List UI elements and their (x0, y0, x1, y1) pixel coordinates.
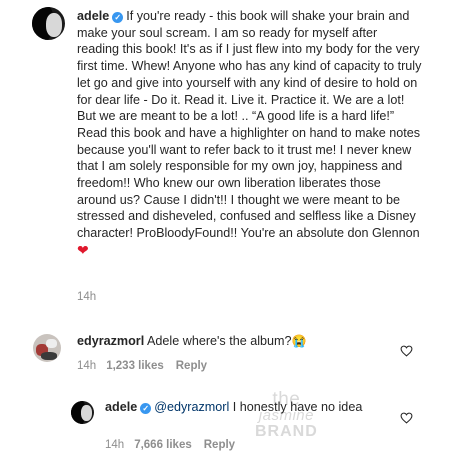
post-meta: 14h (77, 291, 96, 303)
comment-1-reply-button[interactable]: Reply (176, 360, 207, 372)
comment-1-username[interactable]: edyrazmorl (77, 334, 144, 348)
post-caption: adele ✓ If you're ready - this book will s… (77, 8, 422, 260)
crying-face-emoji: 😭 (291, 334, 307, 348)
comment-1-text: Adele where's the album? (147, 334, 292, 348)
comment-1-likes[interactable]: 1,233 likes (106, 360, 164, 372)
post-timestamp[interactable]: 14h (77, 291, 96, 303)
comment-1-time[interactable]: 14h (77, 360, 96, 372)
comment-2: adele ✓ @edyrazmorl I honestly have no ide… (105, 399, 390, 416)
comment-2-username[interactable]: adele (105, 400, 137, 414)
edyrazmorl-avatar[interactable] (33, 334, 61, 362)
adele-avatar[interactable] (32, 7, 65, 40)
avatar-shape (41, 352, 57, 360)
heart-outline-icon[interactable] (400, 412, 413, 424)
comment-2-mention[interactable]: @edyrazmorl (154, 400, 229, 414)
verified-badge-icon: ✓ (112, 12, 124, 23)
caption-text: If you're ready - this book will shake y… (77, 9, 422, 241)
post-username[interactable]: adele (77, 9, 109, 23)
comment-1: edyrazmorl Adele where's the album?😭 (77, 333, 307, 350)
avatar-shape (46, 339, 57, 348)
verified-badge-icon: ✓ (140, 403, 152, 414)
red-heart-emoji: ❤ (77, 241, 89, 258)
comment-2-reply-button[interactable]: Reply (204, 439, 235, 451)
comment-2-text: I honestly have no idea (229, 400, 363, 414)
watermark-line-3: BRAND (255, 423, 318, 440)
comment-1-meta: 14h 1,233 likes Reply (77, 360, 207, 372)
heart-outline-icon[interactable] (400, 345, 413, 357)
comment-2-time[interactable]: 14h (105, 439, 124, 451)
avatar-face (46, 13, 62, 37)
avatar-face (81, 405, 92, 421)
comment-2-meta: 14h 7,666 likes Reply (105, 439, 235, 451)
adele-reply-avatar[interactable] (71, 401, 94, 424)
comment-2-likes[interactable]: 7,666 likes (134, 439, 192, 451)
